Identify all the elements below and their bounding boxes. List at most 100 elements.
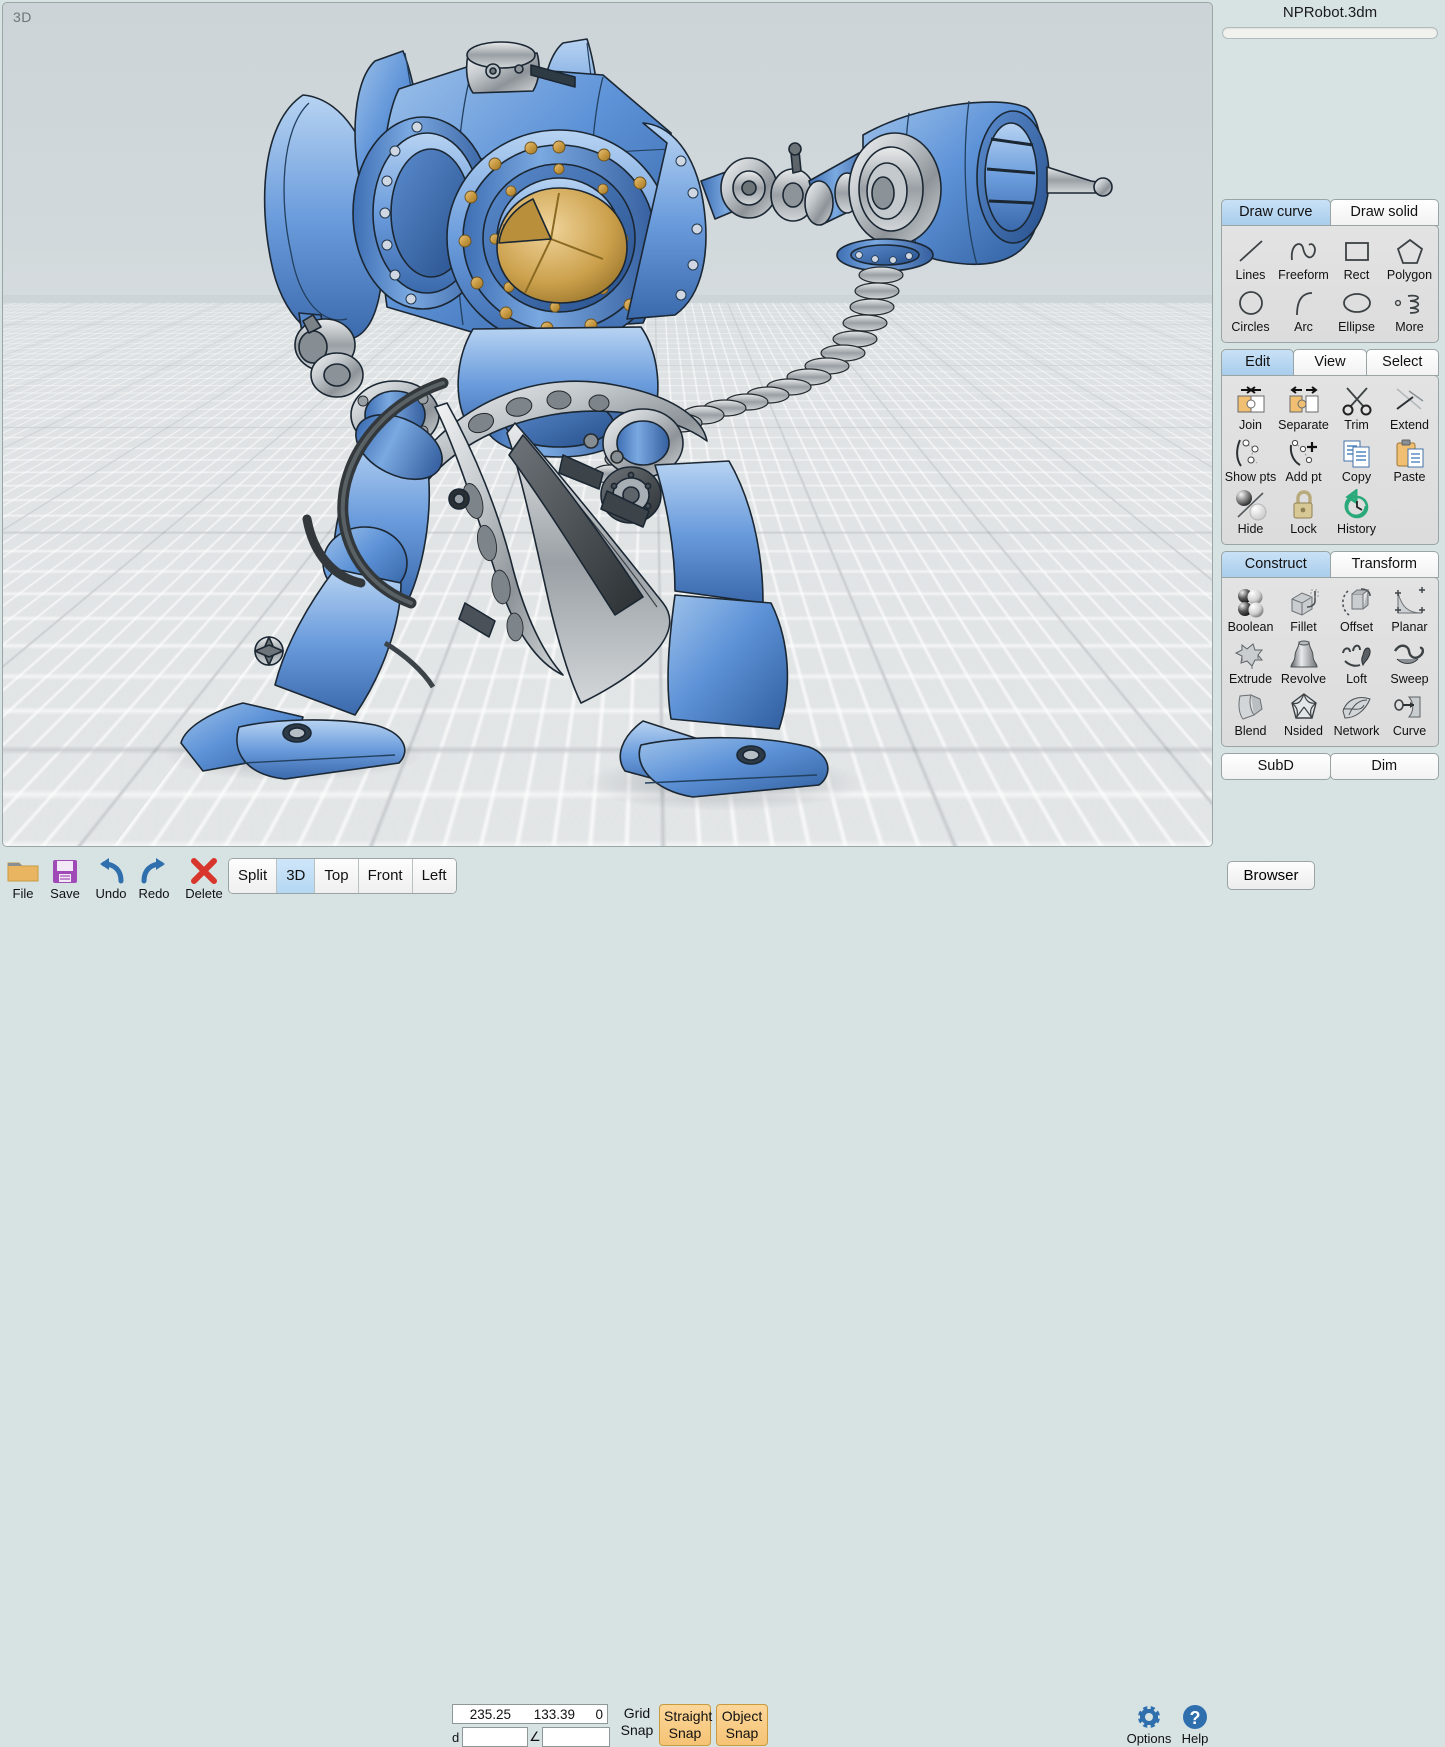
- tool-polygon[interactable]: Polygon: [1383, 232, 1436, 284]
- tool-join[interactable]: Join: [1224, 382, 1277, 434]
- view-3d[interactable]: 3D: [277, 859, 315, 893]
- tool-label: Blend: [1224, 724, 1277, 738]
- viewport-3d[interactable]: 3D: [2, 2, 1213, 847]
- coord-z: 0: [575, 1707, 603, 1722]
- tool-add-pt[interactable]: Add pt: [1277, 434, 1330, 486]
- tool-nsided[interactable]: Nsided: [1277, 688, 1330, 740]
- tool-loft[interactable]: Loft: [1330, 636, 1383, 688]
- grid-snap-button[interactable]: GridSnap: [620, 1705, 654, 1739]
- tool-circles[interactable]: Circles: [1224, 284, 1277, 336]
- tool-ellipse[interactable]: Ellipse: [1330, 284, 1383, 336]
- view-front[interactable]: Front: [359, 859, 413, 893]
- tab-dim[interactable]: Dim: [1330, 753, 1440, 780]
- tool-planar[interactable]: Planar: [1383, 584, 1436, 636]
- tool-curve[interactable]: Curve: [1383, 688, 1436, 740]
- tool-arc[interactable]: Arc: [1277, 284, 1330, 336]
- undo-button[interactable]: Undo: [88, 856, 134, 901]
- help-label: Help: [1170, 1731, 1220, 1746]
- control-points-icon: [1224, 437, 1277, 469]
- tool-lock[interactable]: Lock: [1277, 486, 1330, 538]
- options-button[interactable]: Options: [1124, 1703, 1174, 1746]
- tab-view[interactable]: View: [1293, 349, 1366, 376]
- delete-label: Delete: [181, 886, 227, 901]
- ellipse-icon: [1330, 287, 1383, 319]
- tool-show-pts[interactable]: Show pts: [1224, 434, 1277, 486]
- edit-tool-grid: Join Separate: [1224, 382, 1436, 538]
- tool-label: Circles: [1224, 320, 1277, 334]
- tool-fillet[interactable]: Fillet: [1277, 584, 1330, 636]
- xyz-readout[interactable]: 235.25 133.39 0: [452, 1704, 608, 1724]
- object-snap-button[interactable]: ObjectSnap: [716, 1704, 768, 1746]
- tool-more[interactable]: More: [1383, 284, 1436, 336]
- tool-label: Fillet: [1277, 620, 1330, 634]
- construct-group: Construct Transform: [1221, 551, 1439, 747]
- tool-history[interactable]: History: [1330, 486, 1383, 538]
- redo-label: Redo: [131, 886, 177, 901]
- tool-label: History: [1330, 522, 1383, 536]
- view-left[interactable]: Left: [413, 859, 456, 893]
- sweep-curve-icon: [1383, 639, 1436, 671]
- file-button[interactable]: File: [0, 856, 46, 901]
- tool-label: Revolve: [1277, 672, 1330, 686]
- robot-model[interactable]: [3, 3, 1213, 847]
- tool-boolean[interactable]: Boolean: [1224, 584, 1277, 636]
- tool-hide[interactable]: Hide: [1224, 486, 1277, 538]
- construct-tool-grid: Boolean Fillet: [1224, 584, 1436, 740]
- edit-group: Edit View Select Join: [1221, 349, 1439, 545]
- save-button[interactable]: Save: [42, 856, 88, 901]
- tool-paste[interactable]: Paste: [1383, 434, 1436, 486]
- redo-button[interactable]: Redo: [131, 856, 177, 901]
- tab-draw-solid[interactable]: Draw solid: [1330, 199, 1440, 226]
- tool-blend[interactable]: Blend: [1224, 688, 1277, 740]
- boolean-spheres-icon: [1224, 587, 1277, 619]
- tool-label: Lines: [1224, 268, 1277, 282]
- view-split[interactable]: Split: [229, 859, 277, 893]
- tool-label: Polygon: [1383, 268, 1436, 282]
- tool-freeform[interactable]: Freeform: [1277, 232, 1330, 284]
- tab-transform[interactable]: Transform: [1330, 551, 1440, 578]
- help-button[interactable]: ? Help: [1170, 1703, 1220, 1746]
- tool-label: Trim: [1330, 418, 1383, 432]
- tool-lines[interactable]: Lines: [1224, 232, 1277, 284]
- tool-rect[interactable]: Rect: [1330, 232, 1383, 284]
- distance-angle-row: d ∠: [452, 1727, 610, 1747]
- padlock-icon: [1277, 489, 1330, 521]
- folder-icon: [0, 856, 46, 886]
- tab-edit[interactable]: Edit: [1221, 349, 1294, 376]
- distance-input[interactable]: [462, 1727, 528, 1747]
- tool-label: Paste: [1383, 470, 1436, 484]
- tab-draw-curve[interactable]: Draw curve: [1221, 199, 1331, 226]
- angle-input[interactable]: [542, 1727, 610, 1747]
- tool-label: Boolean: [1224, 620, 1277, 634]
- tool-network[interactable]: Network: [1330, 688, 1383, 740]
- tab-construct[interactable]: Construct: [1221, 551, 1331, 578]
- tool-extrude[interactable]: Extrude: [1224, 636, 1277, 688]
- tool-revolve[interactable]: Revolve: [1277, 636, 1330, 688]
- tool-trim[interactable]: Trim: [1330, 382, 1383, 434]
- tool-sweep[interactable]: Sweep: [1383, 636, 1436, 688]
- tool-offset[interactable]: Offset: [1330, 584, 1383, 636]
- line-icon: [1224, 235, 1277, 267]
- tab-select[interactable]: Select: [1366, 349, 1439, 376]
- rectangle-icon: [1330, 235, 1383, 267]
- sidebar-progress-bar[interactable]: [1222, 27, 1438, 39]
- straight-snap-button[interactable]: StraightSnap: [659, 1704, 711, 1746]
- document-title: NPRobot.3dm: [1215, 0, 1445, 21]
- edit-tabrow: Edit View Select: [1221, 349, 1439, 376]
- delete-button[interactable]: Delete: [181, 856, 227, 901]
- view-top[interactable]: Top: [315, 859, 358, 893]
- tool-label: Arc: [1277, 320, 1330, 334]
- network-surface-icon: [1330, 691, 1383, 723]
- copy-pages-icon: [1330, 437, 1383, 469]
- tool-label: Sweep: [1383, 672, 1436, 686]
- undo-arrow-icon: [88, 856, 134, 886]
- tool-label: Extend: [1383, 418, 1436, 432]
- tab-subd[interactable]: SubD: [1221, 753, 1331, 780]
- tool-extend[interactable]: Extend: [1383, 382, 1436, 434]
- extrude-star-icon: [1224, 639, 1277, 671]
- tool-separate[interactable]: Separate: [1277, 382, 1330, 434]
- tool-label: Join: [1224, 418, 1277, 432]
- view-mode-buttons: Split 3D Top Front Left: [228, 858, 457, 894]
- tool-copy[interactable]: Copy: [1330, 434, 1383, 486]
- browser-button[interactable]: Browser: [1227, 861, 1315, 890]
